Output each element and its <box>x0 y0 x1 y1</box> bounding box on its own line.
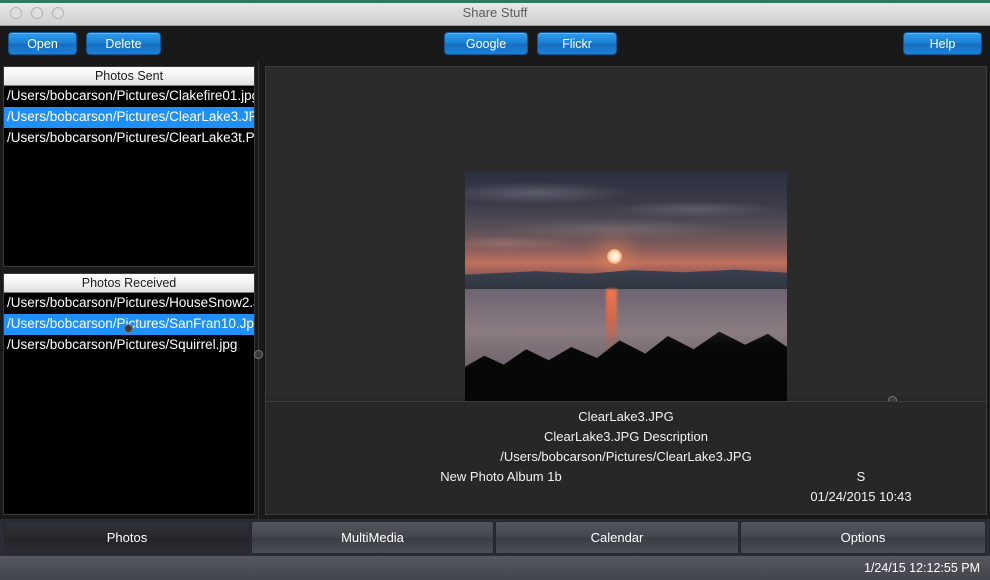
list-item[interactable]: /Users/bobcarson/Pictures/Squirrel.jpg <box>4 335 254 356</box>
status-bar: 1/24/15 12:12:55 PM <box>0 555 990 580</box>
photo-sun <box>607 249 622 264</box>
metadata-filename: ClearLake3.JPG <box>578 409 674 424</box>
photo-image[interactable] <box>465 171 787 413</box>
vertical-splitter[interactable] <box>258 62 259 519</box>
tab-photos[interactable]: Photos <box>4 521 250 554</box>
open-button[interactable]: Open <box>8 32 77 55</box>
photos-received-list[interactable]: Photos Received /Users/bobcarson/Picture… <box>3 273 255 515</box>
delete-button[interactable]: Delete <box>86 32 161 55</box>
metadata-album: New Photo Album 1b <box>440 469 562 484</box>
tab-multimedia[interactable]: MultiMedia <box>251 521 494 554</box>
status-clock: 1/24/15 12:12:55 PM <box>863 561 980 575</box>
help-button[interactable]: Help <box>903 32 982 55</box>
list-item[interactable]: /Users/bobcarson/Pictures/ClearLake3.JPG <box>4 107 254 128</box>
list-item[interactable]: /Users/bobcarson/Pictures/HouseSnow2.JPG <box>4 293 254 314</box>
photos-received-header: Photos Received <box>4 274 254 293</box>
title-bar: Share Stuff <box>0 0 990 26</box>
list-item[interactable]: /Users/bobcarson/Pictures/Clakefire01.jp… <box>4 86 254 107</box>
photos-sent-rows: /Users/bobcarson/Pictures/Clakefire01.jp… <box>4 86 254 149</box>
preview-pane: ClearLake3.JPG ClearLake3.JPG Descriptio… <box>265 66 987 515</box>
photos-sent-list[interactable]: Photos Sent /Users/bobcarson/Pictures/Cl… <box>3 66 255 267</box>
application-window: Share Stuff Open Delete Google Flickr He… <box>0 0 990 580</box>
metadata-description: ClearLake3.JPG Description <box>543 429 709 444</box>
photo-metadata: ClearLake3.JPG ClearLake3.JPG Descriptio… <box>266 402 986 514</box>
photo-clouds-layer <box>465 171 787 267</box>
tab-calendar[interactable]: Calendar <box>495 521 739 554</box>
tab-bar: Photos MultiMedia Calendar Options <box>0 519 990 555</box>
flickr-button[interactable]: Flickr <box>537 32 617 55</box>
metadata-path: /Users/bobcarson/Pictures/ClearLake3.JPG <box>500 449 752 464</box>
lists-splitter-grip[interactable] <box>124 324 133 333</box>
tab-options[interactable]: Options <box>740 521 986 554</box>
main-content: Photos Sent /Users/bobcarson/Pictures/Cl… <box>0 62 990 519</box>
photo-sun-reflection <box>606 289 617 351</box>
metadata-status: S <box>856 469 866 484</box>
photo-viewport <box>266 67 986 413</box>
vertical-splitter-grip[interactable] <box>254 350 263 359</box>
photos-sent-header: Photos Sent <box>4 67 254 86</box>
toolbar: Open Delete Google Flickr Help <box>0 26 990 62</box>
window-title: Share Stuff <box>462 5 528 20</box>
google-button[interactable]: Google <box>444 32 528 55</box>
metadata-bottom-row: New Photo Album 1b S 01/24/2015 10:43 <box>266 467 986 507</box>
metadata-timestamp: 01/24/2015 10:43 <box>810 489 912 504</box>
list-item[interactable]: /Users/bobcarson/Pictures/ClearLake3t.PN… <box>4 128 254 149</box>
lists-column: Photos Sent /Users/bobcarson/Pictures/Cl… <box>3 62 255 519</box>
